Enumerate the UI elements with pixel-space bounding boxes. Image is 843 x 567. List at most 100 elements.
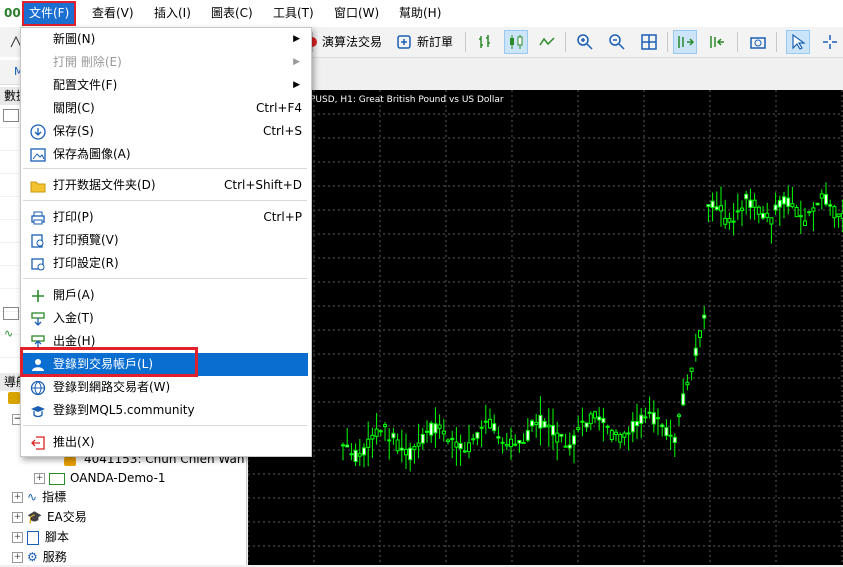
menu-file[interactable]: 文件(F) (21, 1, 77, 26)
line-chart-button[interactable] (535, 30, 559, 54)
candle-body (744, 193, 749, 200)
candle-body (370, 434, 375, 440)
new-order-icon[interactable] (392, 30, 416, 54)
menu-item-exit[interactable]: 推出(X) (22, 431, 308, 454)
candle-body (706, 204, 711, 207)
tree-expert-advisors[interactable]: + 🎓 EA交易 (12, 508, 87, 527)
candle-body (740, 207, 744, 211)
zoom-in-icon (577, 34, 593, 50)
candle-body (710, 200, 715, 208)
candle-body (651, 412, 656, 425)
expand-icon[interactable]: + (12, 512, 23, 523)
candle-body (786, 197, 791, 207)
candle-body (534, 421, 539, 425)
candle-body (609, 429, 614, 441)
tree-indicators[interactable]: + ∿ 指標 (12, 488, 66, 507)
candle-body (656, 417, 660, 420)
menu-item-save[interactable]: 保存(S) Ctrl+S (22, 120, 308, 143)
chart-canvas[interactable] (248, 90, 843, 565)
menu-window[interactable]: 窗口(W) (328, 3, 385, 24)
candle-body (769, 217, 774, 225)
menu-bar: 00 文件(F) 查看(V) 插入(I) 圖表(C) 工具(T) 窗口(W) 幫… (0, 0, 843, 28)
price-chart[interactable]: PUSD, H1: Great British Pound vs US Doll… (248, 90, 843, 565)
autoscroll-button[interactable] (673, 30, 697, 54)
candle-body (731, 220, 736, 223)
menu-charts[interactable]: 圖表(C) (205, 3, 259, 24)
candle-body (693, 347, 698, 356)
candle-body (660, 424, 665, 428)
expand-icon[interactable]: + (12, 552, 23, 563)
candle-body (677, 414, 681, 417)
menu-item-close[interactable]: 關閉(C) Ctrl+F4 (22, 97, 308, 120)
menu-item-login-web-trader[interactable]: 登錄到網路交易者(W) (22, 376, 308, 399)
candle-body (391, 432, 396, 439)
candle-body (433, 423, 438, 434)
menu-help[interactable]: 幫助(H) (393, 3, 447, 24)
candle-body (748, 199, 753, 208)
candle-body (647, 411, 652, 414)
candle-body (362, 447, 366, 456)
candle-body (492, 423, 497, 432)
candle-body (563, 445, 568, 448)
menu-tools[interactable]: 工具(T) (267, 3, 320, 24)
menu-item-profiles[interactable]: 配置文件(F) ▶ (22, 74, 308, 97)
menu-item-open-data-folder[interactable]: 打开数据文件夹(D) Ctrl+Shift+D (22, 174, 308, 197)
chart-shift-button[interactable] (705, 30, 729, 54)
zoom-out-button[interactable] (605, 30, 629, 54)
plus-icon (32, 290, 44, 302)
candle-body (761, 213, 765, 219)
screenshot-button[interactable] (746, 30, 770, 54)
candle-body (357, 453, 362, 457)
candle-body (702, 314, 707, 319)
menu-item-deposit[interactable]: 入金(T) (22, 307, 308, 330)
zoom-out-icon (609, 34, 625, 50)
menu-item-login-mql5[interactable]: 登錄到MQL5.community (22, 399, 308, 422)
zoom-in-button[interactable] (573, 30, 597, 54)
tree-scripts[interactable]: + 腳本 (12, 528, 69, 547)
cursor-button[interactable] (786, 30, 810, 54)
algo-trading-button[interactable]: 演算法交易 (322, 32, 382, 52)
menu-insert[interactable]: 插入(I) (148, 3, 197, 24)
menu-item-print-settings[interactable]: 打印設定(R) (22, 252, 308, 275)
candle-body (723, 217, 728, 225)
menu-item-print-preview[interactable]: 打印預覽(V) (22, 229, 308, 252)
menu-item-save-as-image[interactable]: 保存為圖像(A) (22, 143, 308, 166)
menu-item-open-deleted[interactable]: 打開 刪除(E) ▶ (22, 51, 308, 74)
terminal-icon (8, 392, 20, 404)
candle-body (719, 205, 723, 212)
candle-body (773, 204, 778, 211)
candle-body (450, 437, 455, 441)
candle-body (727, 217, 732, 223)
grid-icon (641, 34, 657, 50)
deposit-icon (31, 312, 45, 326)
menu-item-print[interactable]: 打印(P) Ctrl+P (22, 206, 308, 229)
candle-body (378, 430, 383, 433)
tree-services[interactable]: + ⚙ 服務 (12, 548, 67, 567)
candlestick-chart-button[interactable] (504, 30, 528, 54)
candle-body (353, 449, 358, 463)
candle-body (824, 194, 828, 205)
new-order-button[interactable]: 新訂單 (417, 32, 453, 52)
candle-body (395, 439, 400, 452)
grid-button[interactable] (637, 30, 661, 54)
candle-body (404, 448, 408, 456)
expand-icon[interactable]: + (12, 492, 23, 503)
candle-body (635, 421, 639, 427)
candle-body (551, 425, 555, 436)
menu-item-open-account[interactable]: 開戶(A) (22, 284, 308, 307)
candle-body (756, 206, 761, 215)
crosshair-button[interactable] (818, 30, 842, 54)
candle-body (471, 438, 476, 441)
cursor-icon (792, 33, 806, 50)
image-icon (30, 148, 46, 162)
menu-item-new-chart[interactable]: 新圖(N) ▶ (22, 28, 308, 51)
candle-body (387, 439, 392, 442)
candle-body (714, 206, 719, 211)
crosshair-icon (823, 35, 837, 49)
expand-icon[interactable]: + (12, 532, 23, 543)
candle-body (639, 414, 644, 424)
menu-view[interactable]: 查看(V) (86, 3, 140, 24)
bar-chart-button[interactable] (473, 30, 497, 54)
server-item[interactable]: + OANDA-Demo-1 (34, 469, 166, 488)
expand-icon[interactable]: + (34, 473, 45, 484)
